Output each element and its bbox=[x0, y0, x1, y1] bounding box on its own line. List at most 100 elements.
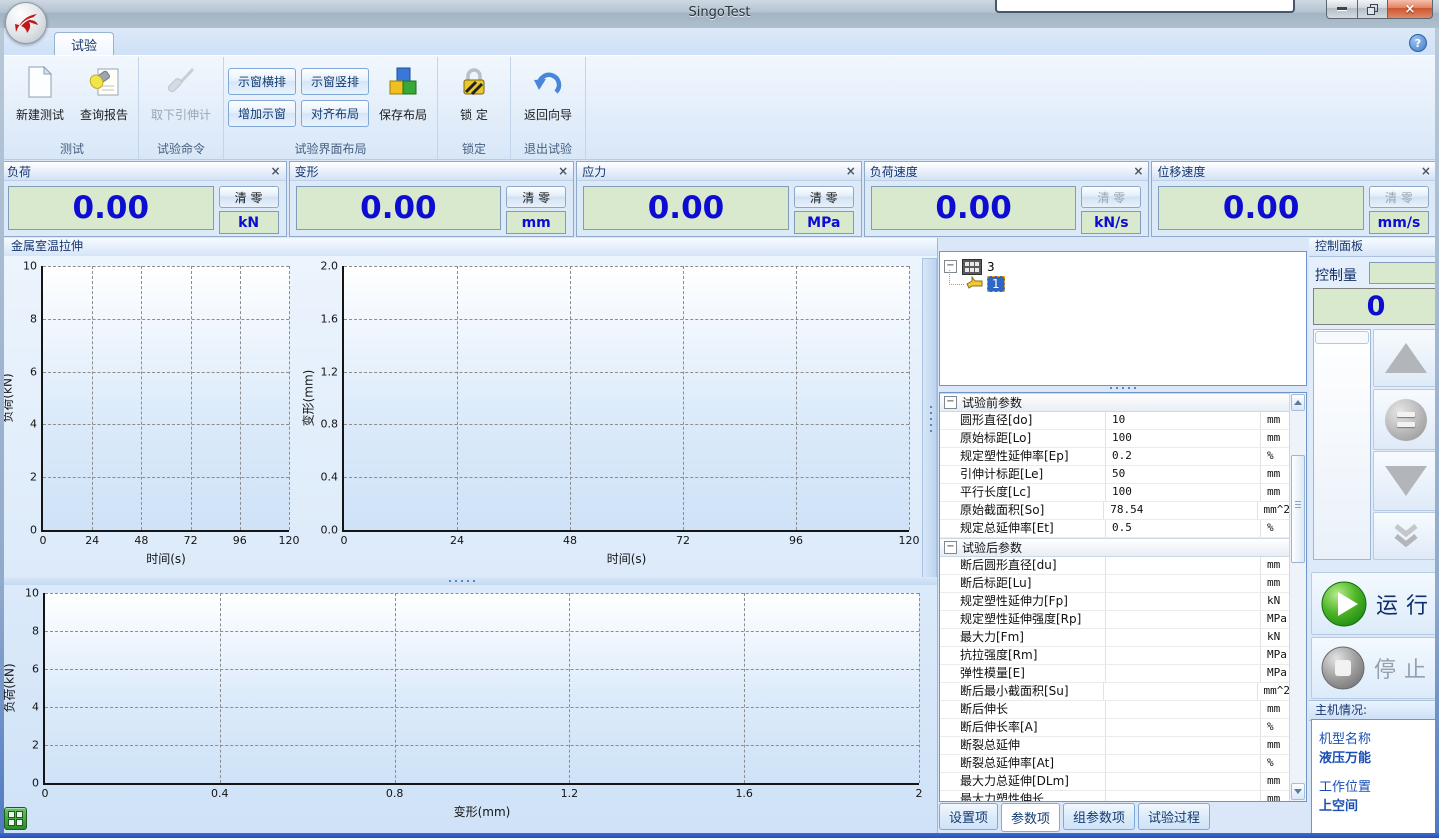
param-row[interactable]: 断后最小截面积[Su]mm^2 bbox=[940, 683, 1290, 701]
control-amount-input[interactable] bbox=[1369, 262, 1437, 284]
param-value[interactable] bbox=[1106, 755, 1261, 772]
x-tick-label: 1.2 bbox=[561, 787, 579, 800]
param-tab-组参数项[interactable]: 组参数项 bbox=[1063, 803, 1135, 830]
control-list[interactable] bbox=[1313, 329, 1371, 560]
specimen-tree[interactable]: − 3 1 bbox=[939, 251, 1307, 386]
param-value[interactable]: 0.2 bbox=[1106, 448, 1261, 465]
help-icon[interactable]: ? bbox=[1409, 34, 1427, 52]
param-value[interactable] bbox=[1106, 773, 1261, 790]
param-tab-试验过程[interactable]: 试验过程 bbox=[1138, 803, 1210, 830]
windows-horizontal-button[interactable]: 示窗横排 bbox=[228, 68, 296, 95]
fast-down-button[interactable] bbox=[1373, 512, 1439, 560]
param-row[interactable]: 规定塑性延伸力[Fp]kN bbox=[940, 593, 1290, 611]
param-row[interactable]: 规定塑性延伸强度[Rp]MPa bbox=[940, 611, 1290, 629]
clear-button[interactable]: 清 零 bbox=[219, 186, 279, 208]
param-scrollbar[interactable] bbox=[1289, 393, 1306, 801]
param-value[interactable] bbox=[1106, 701, 1261, 718]
param-row[interactable]: 断裂总延伸率[At]% bbox=[940, 755, 1290, 773]
param-value[interactable] bbox=[1106, 575, 1261, 592]
param-row[interactable]: 原始截面积[So]78.54mm^2 bbox=[940, 502, 1290, 520]
param-row[interactable]: 规定塑性延伸率[Ep]0.2% bbox=[940, 448, 1290, 466]
tab-test[interactable]: 试验 bbox=[54, 32, 114, 56]
vertical-splitter[interactable] bbox=[922, 258, 937, 578]
align-layout-button[interactable]: 对齐布局 bbox=[301, 100, 369, 127]
section-expander-icon[interactable]: − bbox=[944, 396, 957, 409]
scroll-up-icon[interactable] bbox=[1291, 394, 1305, 411]
param-row[interactable]: 断后标距[Lu]mm bbox=[940, 575, 1290, 593]
param-row[interactable]: 断裂总延伸mm bbox=[940, 737, 1290, 755]
param-tab-参数项[interactable]: 参数项 bbox=[1001, 803, 1060, 832]
scrollbar-thumb[interactable] bbox=[1291, 455, 1305, 563]
tree-root-label[interactable]: 3 bbox=[987, 260, 995, 274]
clear-button[interactable]: 清 零 bbox=[506, 186, 566, 208]
app-logo-icon[interactable] bbox=[5, 2, 47, 44]
save-layout-button[interactable]: 保存布局 bbox=[373, 59, 433, 140]
param-value[interactable] bbox=[1106, 737, 1261, 754]
param-row[interactable]: 断后伸长mm bbox=[940, 701, 1290, 719]
close-icon[interactable]: × bbox=[1421, 165, 1431, 177]
clear-button[interactable]: 清 零 bbox=[794, 186, 854, 208]
param-row[interactable]: 最大力[Fm]kN bbox=[940, 629, 1290, 647]
param-value[interactable]: 50 bbox=[1106, 466, 1261, 483]
param-value[interactable]: 100 bbox=[1106, 430, 1261, 447]
param-value[interactable]: 100 bbox=[1106, 484, 1261, 501]
lock-button[interactable]: 锁 定 bbox=[442, 59, 506, 140]
param-value[interactable] bbox=[1106, 647, 1261, 664]
return-wizard-button[interactable]: 返回向导 bbox=[515, 59, 581, 140]
param-tab-设置项[interactable]: 设置项 bbox=[939, 803, 998, 830]
close-icon[interactable]: × bbox=[558, 165, 568, 177]
minimize-button[interactable] bbox=[1326, 0, 1358, 19]
horizontal-splitter[interactable] bbox=[1, 577, 937, 585]
tree-connector bbox=[949, 270, 964, 285]
close-icon[interactable]: × bbox=[1133, 165, 1143, 177]
param-section-header[interactable]: −试验后参数 bbox=[940, 538, 1290, 557]
restore-button[interactable] bbox=[1358, 0, 1387, 19]
windows-vertical-button[interactable]: 示窗竖排 bbox=[301, 68, 369, 95]
param-row[interactable]: 平行长度[Lc]100mm bbox=[940, 484, 1290, 502]
param-value[interactable] bbox=[1106, 629, 1261, 646]
param-row[interactable]: 最大力塑性伸长mm bbox=[940, 791, 1290, 801]
tree-param-splitter[interactable] bbox=[939, 385, 1305, 391]
param-row[interactable]: 圆形直径[do]10mm bbox=[940, 412, 1290, 430]
param-unit: mm bbox=[1261, 430, 1290, 447]
section-title: 试验前参数 bbox=[962, 394, 1022, 411]
param-row[interactable]: 规定总延伸率[Et]0.5% bbox=[940, 520, 1290, 538]
meter-side: 清 零mm bbox=[506, 186, 566, 230]
jog-up-button[interactable] bbox=[1373, 329, 1439, 387]
layout-grid-icon[interactable] bbox=[4, 807, 27, 830]
tree-selected-item[interactable]: 1 bbox=[987, 276, 1005, 292]
param-value[interactable]: 78.54 bbox=[1104, 502, 1257, 519]
jog-down-button[interactable] bbox=[1373, 451, 1439, 511]
run-button[interactable]: 运行 bbox=[1311, 572, 1439, 635]
param-value[interactable]: 0.5 bbox=[1106, 520, 1261, 537]
param-value[interactable] bbox=[1104, 683, 1257, 700]
control-panel-title: 控制面板 bbox=[1309, 238, 1437, 257]
param-value[interactable] bbox=[1106, 611, 1261, 628]
close-icon[interactable]: × bbox=[271, 165, 281, 177]
param-unit: % bbox=[1261, 520, 1290, 537]
query-report-button[interactable]: 查询报告 bbox=[74, 59, 134, 140]
section-expander-icon[interactable]: − bbox=[944, 541, 957, 554]
param-section-header[interactable]: −试验前参数 bbox=[940, 393, 1290, 412]
param-value[interactable] bbox=[1106, 665, 1261, 682]
param-value[interactable] bbox=[1106, 593, 1261, 610]
close-icon[interactable]: × bbox=[846, 165, 856, 177]
jog-hold-button[interactable] bbox=[1373, 389, 1439, 450]
stop-button[interactable]: 停止 bbox=[1311, 637, 1439, 699]
ribbon: 新建测试 查询报告 测试 bbox=[4, 55, 1435, 160]
new-test-button[interactable]: 新建测试 bbox=[10, 59, 70, 140]
param-value[interactable] bbox=[1106, 557, 1261, 574]
param-value[interactable]: 10 bbox=[1106, 412, 1261, 429]
param-row[interactable]: 最大力总延伸[DLm]mm bbox=[940, 773, 1290, 791]
param-row[interactable]: 抗拉强度[Rm]MPa bbox=[940, 647, 1290, 665]
param-row[interactable]: 引伸计标距[Le]50mm bbox=[940, 466, 1290, 484]
param-row[interactable]: 弹性模量[E]MPa bbox=[940, 665, 1290, 683]
close-button[interactable]: × bbox=[1387, 0, 1433, 19]
scroll-down-icon[interactable] bbox=[1291, 783, 1305, 800]
add-window-button[interactable]: 增加示窗 bbox=[228, 100, 296, 127]
param-value[interactable] bbox=[1106, 719, 1261, 736]
param-row[interactable]: 断后伸长率[A]% bbox=[940, 719, 1290, 737]
param-row[interactable]: 原始标距[Lo]100mm bbox=[940, 430, 1290, 448]
param-row[interactable]: 断后圆形直径[du]mm bbox=[940, 557, 1290, 575]
param-value[interactable] bbox=[1106, 791, 1261, 801]
